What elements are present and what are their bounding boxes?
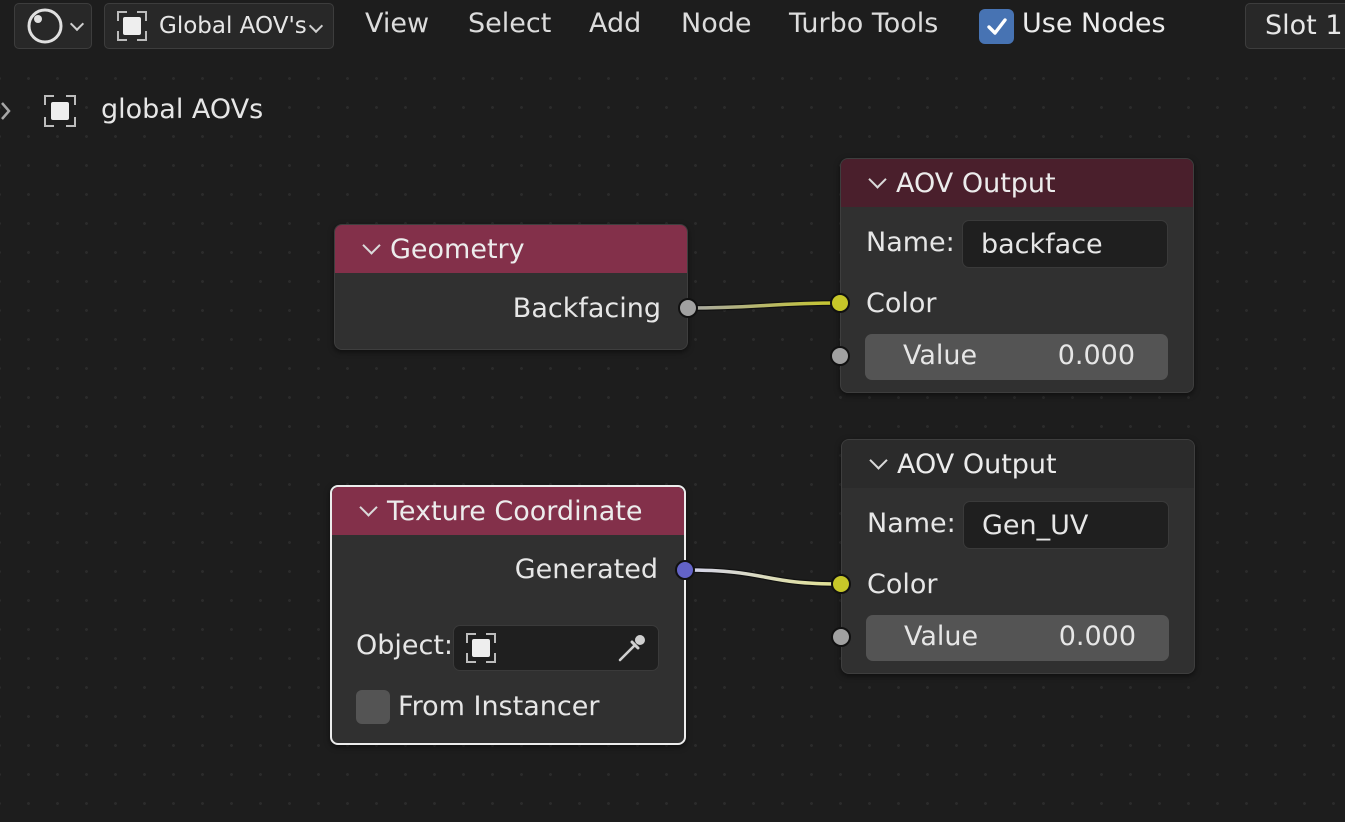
node-tree-selector[interactable]: Global AOV's [104,3,334,49]
value-label: Value [903,340,978,371]
input-socket-color[interactable] [830,293,850,313]
aov-output-node-backface[interactable]: AOV Output Name: backface Color Value 0.… [840,158,1194,393]
eyedropper-icon[interactable] [614,630,650,666]
value-field[interactable]: Value 0.000 [865,334,1168,380]
socket-label-color: Color [867,569,938,600]
menu-turbo-tools[interactable]: Turbo Tools [789,8,938,39]
input-socket-value[interactable] [830,346,850,366]
menu-view[interactable]: View [365,8,429,39]
node-title: Texture Coordinate [387,495,643,527]
node-title: AOV Output [897,448,1057,480]
shading-sphere-icon [27,8,63,44]
socket-label-generated: Generated [514,554,658,585]
geometry-node[interactable]: Geometry Backfacing [334,224,688,350]
aov-output-node-gen-uv[interactable]: AOV Output Name: Gen_UV Color Value 0.00… [841,439,1195,674]
aov-name-field[interactable]: Gen_UV [963,501,1169,549]
aov-name-field[interactable]: backface [962,220,1168,268]
node-title: Geometry [390,233,525,265]
from-instancer-label[interactable]: From Instancer [398,691,599,722]
name-label: Name: [867,508,956,539]
aov-name-value: backface [981,228,1103,260]
texture-coordinate-node[interactable]: Texture Coordinate Generated Object: Fro… [330,485,686,745]
chevron-down-icon[interactable] [869,450,888,470]
link-backfacing-to-color [687,300,841,311]
node-editor-header: Global AOV's View Select Add Node Turbo … [0,0,1345,54]
node-title: AOV Output [896,167,1056,199]
value-label: Value [904,621,979,652]
node-header[interactable]: Geometry [335,225,687,273]
node-header[interactable]: Texture Coordinate [332,487,684,535]
socket-label-color: Color [866,288,937,319]
object-field[interactable] [453,625,659,671]
socket-label-backfacing: Backfacing [512,293,661,324]
node-header[interactable]: AOV Output [841,159,1193,207]
use-nodes-label[interactable]: Use Nodes [1022,8,1166,39]
editor-type-button[interactable] [14,3,92,49]
object-icon [464,631,498,665]
value-field[interactable]: Value 0.000 [866,615,1169,661]
menu-select[interactable]: Select [468,8,551,39]
name-label: Name: [866,227,955,258]
chevron-down-icon[interactable] [362,235,381,255]
chevron-down-icon[interactable] [868,169,887,189]
value-number: 0.000 [1058,621,1136,652]
output-socket-generated[interactable] [675,560,695,580]
input-socket-value[interactable] [831,627,851,647]
menu-node[interactable]: Node [681,8,751,39]
from-instancer-checkbox[interactable] [356,690,390,724]
breadcrumb: global AOVs [101,94,264,125]
expand-arrow-icon[interactable] [0,99,12,123]
checkmark-icon [986,17,1007,35]
object-icon [43,94,77,128]
output-socket-backfacing[interactable] [678,298,698,318]
chevron-down-icon[interactable] [359,497,378,517]
menu-add[interactable]: Add [589,8,641,39]
link-generated-to-color [684,567,842,587]
chevron-down-icon [69,16,85,32]
object-icon [115,9,149,43]
link-generated-to-color [684,568,842,586]
aov-name-value: Gen_UV [982,509,1089,541]
slot-label: Slot 1 [1265,10,1343,41]
node-header[interactable]: AOV Output [842,440,1194,488]
node-tree-name: Global AOV's [159,13,307,39]
input-socket-color[interactable] [831,574,851,594]
value-number: 0.000 [1057,340,1135,371]
object-label: Object: [356,630,454,661]
chevron-down-icon [308,18,324,34]
slot-selector[interactable]: Slot 1 [1245,3,1345,49]
link-backfacing-to-color [687,301,841,310]
use-nodes-checkbox[interactable] [979,9,1014,44]
